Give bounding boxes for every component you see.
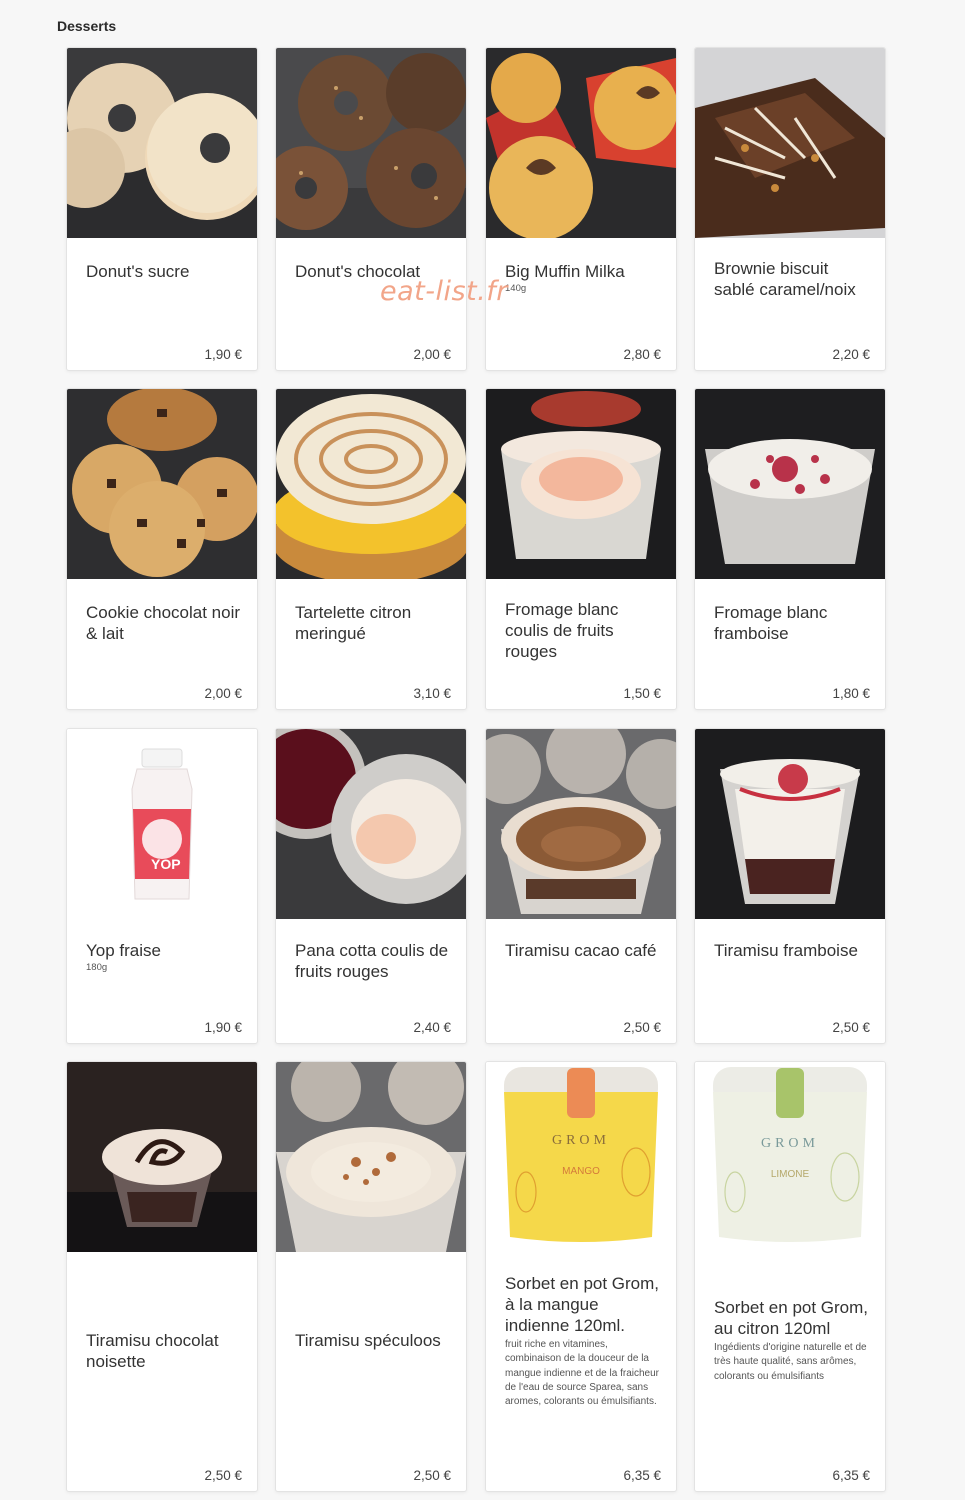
product-name: Sorbet en pot Grom, à la mangue indienne… [505, 1273, 664, 1409]
lemon-tart-photo [276, 389, 466, 579]
product-name: Pana cotta coulis de fruits rouges [295, 941, 449, 981]
product-name: Fromage blanc framboise [714, 603, 828, 643]
product-price: 2,80 € [623, 347, 661, 362]
svg-text:GROM: GROM [761, 1136, 819, 1151]
product-card-sorbet-mangue[interactable]: GROM MANGO Sorbet en pot Grom, à la mang… [485, 1061, 677, 1492]
product-card-sorbet-citron[interactable]: GROM LIMONE Sorbet en pot Grom, au citro… [694, 1061, 886, 1492]
product-price: 2,00 € [204, 686, 242, 701]
product-name: Sorbet en pot Grom, au citron 120ml Ingé… [714, 1297, 873, 1384]
svg-text:YOP: YOP [151, 856, 181, 872]
product-card-brownie[interactable]: Brownie biscuit sablé caramel/noix 2,20 … [694, 47, 886, 371]
svg-text:LIMONE: LIMONE [771, 1169, 810, 1180]
product-card-fromage-blanc-coulis[interactable]: Fromage blanc coulis de fruits rouges 1,… [485, 388, 677, 710]
product-card-donut-sucre[interactable]: Donut's sucre 1,90 € [66, 47, 258, 371]
product-name: Cookie chocolat noir & lait [86, 603, 241, 643]
product-card-tiramisu-cacao[interactable]: Tiramisu cacao café 2,50 € [485, 728, 677, 1044]
fromage-blanc-coulis-photo [486, 389, 676, 579]
chocolate-donut-photo [276, 48, 466, 238]
watermark-text: eat-list.fr [380, 276, 508, 307]
brownie-photo [695, 48, 885, 238]
product-card-cookie[interactable]: Cookie chocolat noir & lait 2,00 € [66, 388, 258, 710]
product-name: Brownie biscuit sablé caramel/noix [714, 259, 856, 299]
product-card-donut-chocolat[interactable]: Donut's chocolat 2,00 € [275, 47, 467, 371]
product-weight: 180g [86, 962, 108, 973]
product-card-pana-cotta[interactable]: Pana cotta coulis de fruits rouges 2,40 … [275, 728, 467, 1044]
grom-mango-pot-photo: GROM MANGO [486, 1062, 676, 1252]
product-price: 2,00 € [413, 347, 451, 362]
product-price: 1,50 € [623, 686, 661, 701]
product-name: Tiramisu spéculoos [295, 1331, 441, 1350]
product-price: 2,40 € [413, 1020, 451, 1035]
tiramisu-speculoos-photo [276, 1062, 466, 1252]
fromage-blanc-raspberry-photo [695, 389, 885, 579]
grom-lemon-pot-photo: GROM LIMONE [695, 1062, 885, 1252]
product-name: Big Muffin Milka 140g [505, 261, 664, 294]
muffin-photo [486, 48, 676, 238]
cookie-photo [67, 389, 257, 579]
product-name: Yop fraise 180g [86, 940, 245, 973]
product-card-tiramisu-chocolat[interactable]: Tiramisu chocolat noisette 2,50 € [66, 1061, 258, 1492]
product-price: 2,50 € [623, 1020, 661, 1035]
product-price: 1,90 € [204, 1020, 242, 1035]
tiramisu-chocolate-photo [67, 1062, 257, 1252]
tiramisu-cacao-photo [486, 729, 676, 919]
product-name: Fromage blanc coulis de fruits rouges [505, 600, 619, 661]
product-price: 3,10 € [413, 686, 451, 701]
product-price: 1,90 € [204, 347, 242, 362]
product-name: Tiramisu framboise [714, 941, 858, 960]
section-title: Desserts [57, 18, 117, 34]
product-price: 2,50 € [204, 1468, 242, 1483]
panna-cotta-photo [276, 729, 466, 919]
product-card-tartelette-citron[interactable]: Tartelette citron meringué 3,10 € [275, 388, 467, 710]
product-price: 2,50 € [413, 1468, 451, 1483]
product-price: 2,20 € [832, 347, 870, 362]
product-price: 1,80 € [832, 686, 870, 701]
product-name: Tiramisu chocolat noisette [86, 1331, 219, 1371]
product-description: fruit riche en vitamines, combinaison de… [505, 1339, 659, 1408]
product-price: 2,50 € [832, 1020, 870, 1035]
yop-bottle-photo: YOP [67, 729, 257, 919]
svg-text:GROM: GROM [552, 1133, 610, 1148]
product-card-yop-fraise[interactable]: YOP Yop fraise 180g 1,90 € [66, 728, 258, 1044]
product-weight: 140g [505, 283, 527, 294]
product-name: Tiramisu cacao café [505, 941, 657, 960]
product-price: 6,35 € [623, 1468, 661, 1483]
product-name: Tartelette citron meringué [295, 603, 412, 643]
product-description: Ingédients d'origine naturelle et de trè… [714, 1342, 867, 1382]
product-card-tiramisu-framboise[interactable]: Tiramisu framboise 2,50 € [694, 728, 886, 1044]
svg-text:MANGO: MANGO [562, 1166, 600, 1177]
product-name: Donut's sucre [86, 262, 190, 281]
product-card-tiramisu-speculoos[interactable]: Tiramisu spéculoos 2,50 € [275, 1061, 467, 1492]
tiramisu-raspberry-photo [695, 729, 885, 919]
sugar-donut-photo [67, 48, 257, 238]
product-card-big-muffin-milka[interactable]: Big Muffin Milka 140g 2,80 € [485, 47, 677, 371]
product-price: 6,35 € [832, 1468, 870, 1483]
product-card-fromage-blanc-framboise[interactable]: Fromage blanc framboise 1,80 € [694, 388, 886, 710]
